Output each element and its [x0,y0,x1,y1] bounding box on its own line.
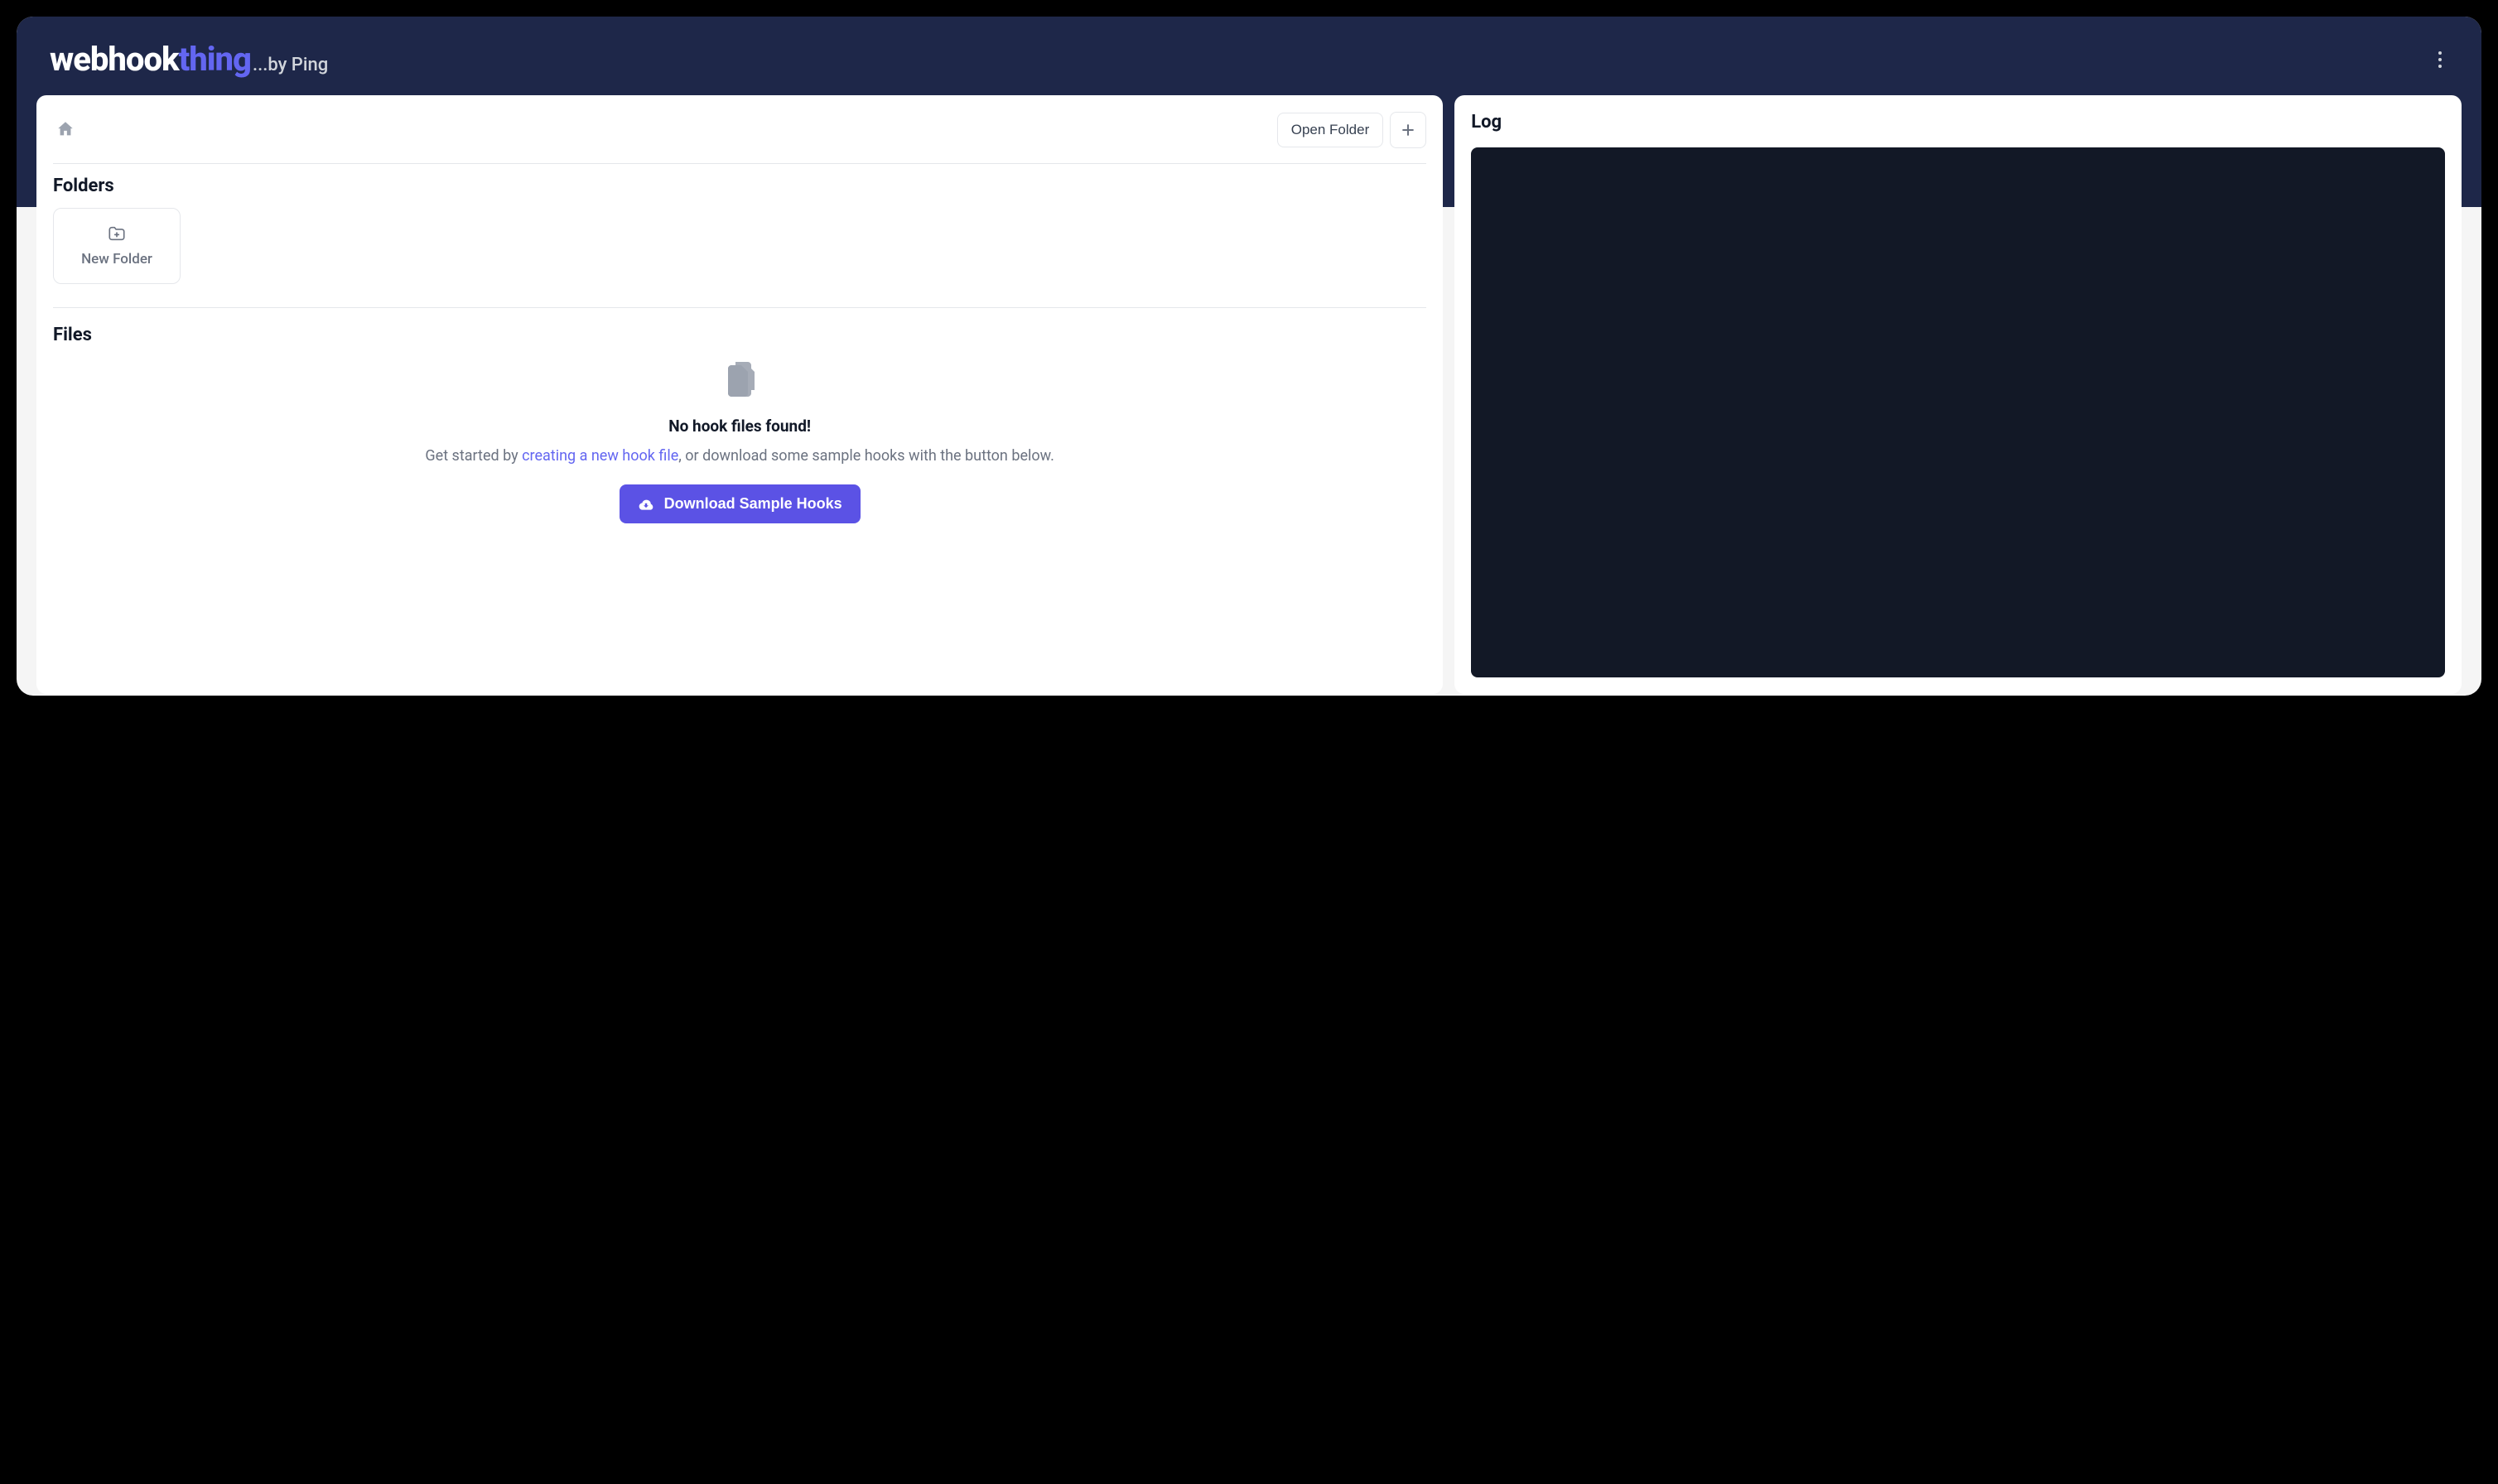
app-window: webhookthing ...by Ping Open Folder [17,17,2481,696]
empty-text-prefix: Get started by [425,447,522,465]
log-terminal[interactable] [1471,147,2445,677]
dot-icon [2438,65,2442,68]
open-folder-button[interactable]: Open Folder [1277,113,1384,147]
folder-plus-icon [108,224,126,243]
empty-state-description: Get started by creating a new hook file,… [425,447,1054,465]
content-area: Open Folder Folders [17,95,2481,696]
folders-heading: Folders [53,176,1426,196]
create-hook-link[interactable]: creating a new hook file [522,447,678,465]
home-button[interactable] [53,117,78,144]
home-icon [56,120,75,138]
cloud-download-icon [638,496,654,513]
files-heading: Files [53,325,1426,345]
logo-tagline: ...by Ping [253,55,328,75]
download-button-label: Download Sample Hooks [664,495,842,513]
toolbar-actions: Open Folder [1277,112,1427,148]
kebab-menu-button[interactable] [2432,45,2448,75]
header: webhookthing ...by Ping [17,17,2481,95]
main-panel: Open Folder Folders [36,95,1443,694]
plus-icon [1400,122,1416,138]
documents-icon [721,360,758,403]
dot-icon [2438,51,2442,55]
empty-state-title: No hook files found! [668,417,811,436]
empty-text-suffix: , or download some sample hooks with the… [678,447,1054,465]
files-section: Files No hook files found! Get started b… [53,321,1426,523]
toolbar: Open Folder [53,112,1426,164]
log-panel: Log [1454,95,2462,694]
folders-section: Folders New Folder [53,176,1426,308]
empty-state: No hook files found! Get started by crea… [53,357,1426,523]
add-button[interactable] [1390,112,1426,148]
download-sample-hooks-button[interactable]: Download Sample Hooks [620,484,861,523]
logo-text-primary: webhook [50,40,179,79]
dot-icon [2438,58,2442,61]
new-folder-button[interactable]: New Folder [53,208,181,284]
log-heading: Log [1471,112,2445,132]
logo-text-secondary: thing [179,40,251,79]
new-folder-label: New Folder [81,251,152,267]
logo: webhookthing ...by Ping [50,40,328,79]
